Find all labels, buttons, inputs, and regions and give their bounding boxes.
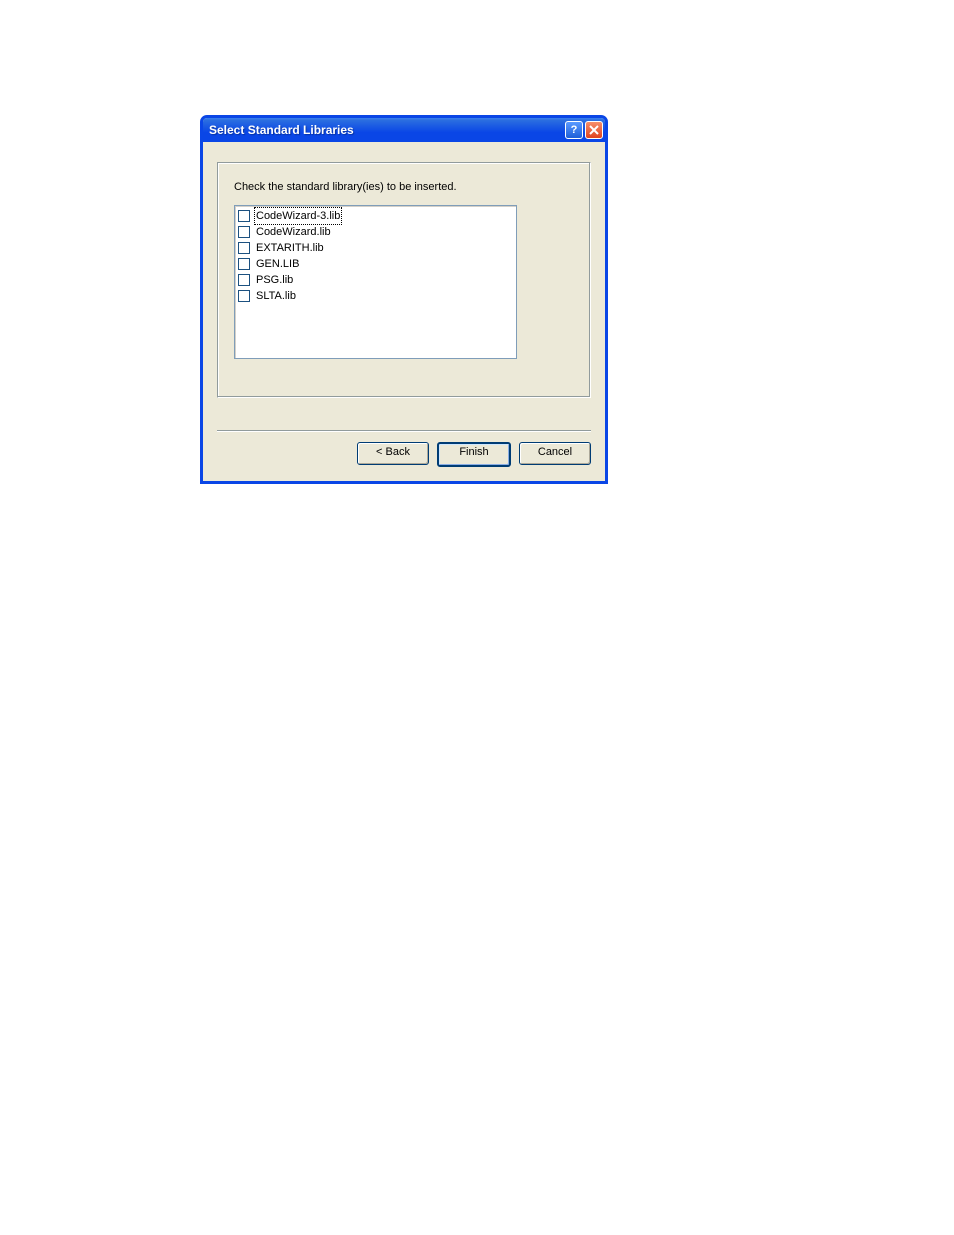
cancel-button[interactable]: Cancel xyxy=(519,442,591,465)
library-group-box: Check the standard library(ies) to be in… xyxy=(217,162,591,398)
library-label: SLTA.lib xyxy=(254,288,298,304)
help-button[interactable]: ? xyxy=(565,121,583,139)
library-label: PSG.lib xyxy=(254,272,295,288)
select-standard-libraries-dialog: Select Standard Libraries ? Check the st… xyxy=(200,115,608,484)
titlebar-buttons: ? xyxy=(565,121,603,139)
library-listbox[interactable]: CodeWizard-3.lib CodeWizard.lib EXTARITH… xyxy=(234,205,517,359)
list-item[interactable]: SLTA.lib xyxy=(238,288,513,304)
button-row: < Back Finish Cancel xyxy=(203,442,605,481)
dialog-body: Check the standard library(ies) to be in… xyxy=(203,142,605,432)
close-button[interactable] xyxy=(585,121,603,139)
checkbox[interactable] xyxy=(238,258,250,270)
library-label: GEN.LIB xyxy=(254,256,301,272)
back-button[interactable]: < Back xyxy=(357,442,429,465)
checkbox[interactable] xyxy=(238,242,250,254)
list-item[interactable]: CodeWizard.lib xyxy=(238,224,513,240)
library-label: CodeWizard-3.lib xyxy=(254,207,342,225)
close-icon xyxy=(589,125,599,135)
list-item[interactable]: PSG.lib xyxy=(238,272,513,288)
titlebar[interactable]: Select Standard Libraries ? xyxy=(203,118,605,142)
list-item[interactable]: GEN.LIB xyxy=(238,256,513,272)
separator xyxy=(217,430,591,432)
window-title: Select Standard Libraries xyxy=(209,123,565,137)
library-label: EXTARITH.lib xyxy=(254,240,326,256)
library-label: CodeWizard.lib xyxy=(254,224,333,240)
finish-button[interactable]: Finish xyxy=(437,442,511,467)
help-icon: ? xyxy=(571,124,578,136)
list-item[interactable]: CodeWizard-3.lib xyxy=(238,208,513,224)
separator-area xyxy=(217,398,591,432)
list-item[interactable]: EXTARITH.lib xyxy=(238,240,513,256)
checkbox[interactable] xyxy=(238,226,250,238)
checkbox[interactable] xyxy=(238,290,250,302)
checkbox[interactable] xyxy=(238,210,250,222)
checkbox[interactable] xyxy=(238,274,250,286)
instruction-text: Check the standard library(ies) to be in… xyxy=(234,181,574,193)
